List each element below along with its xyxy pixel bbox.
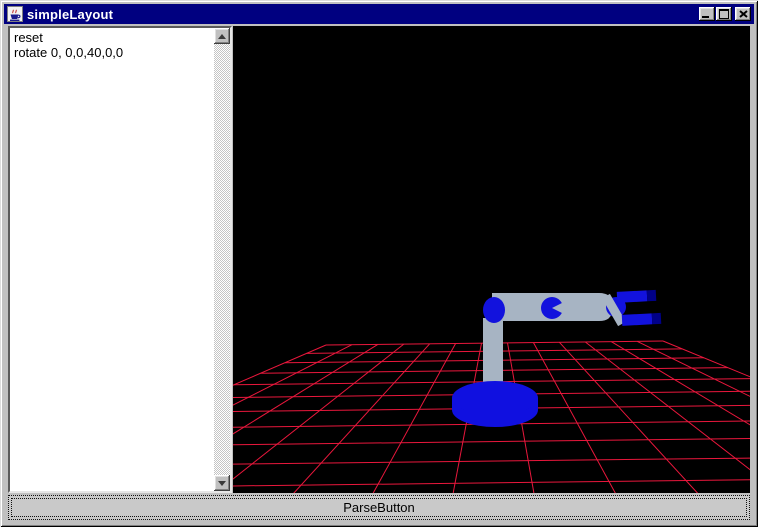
robot-base — [452, 381, 538, 427]
grid-line — [233, 437, 750, 447]
triangle-up-icon — [218, 34, 226, 39]
grid-line — [233, 344, 378, 493]
robot-elbow-joint — [483, 297, 505, 323]
title-bar[interactable]: simpleLayout — [4, 4, 754, 24]
grid-line — [233, 344, 430, 493]
parse-button-label: ParseButton — [11, 498, 747, 517]
app-window: simpleLayout reset rotate 0, 0,0,40,0,0 — [0, 0, 758, 527]
maximize-icon — [719, 9, 729, 19]
parse-button[interactable]: ParseButton — [8, 495, 750, 520]
finger-tip — [647, 290, 657, 301]
finger-tip — [652, 313, 662, 324]
scroll-up-button[interactable] — [214, 28, 230, 44]
window-title: simpleLayout — [27, 7, 113, 22]
close-icon — [739, 10, 748, 18]
finger-bar — [617, 290, 648, 303]
close-button[interactable] — [735, 7, 751, 21]
command-line: reset — [14, 30, 210, 45]
grid-line — [233, 456, 750, 467]
grid-line — [233, 477, 750, 489]
java-coffee-cup-icon — [7, 6, 23, 22]
vertical-scrollbar[interactable] — [214, 28, 230, 491]
command-text-area[interactable]: reset rotate 0, 0,0,40,0,0 — [8, 26, 232, 493]
minimize-button[interactable] — [699, 7, 715, 21]
triangle-down-icon — [218, 481, 226, 486]
robot-finger-bottom — [622, 313, 662, 326]
grid-line — [233, 345, 326, 493]
robot-finger-top — [617, 290, 657, 303]
grid-line — [333, 344, 456, 494]
grid-line — [637, 341, 750, 493]
command-line: rotate 0, 0,0,40,0,0 — [14, 45, 210, 60]
grid-line — [233, 345, 352, 493]
grid-line — [611, 342, 750, 493]
scene-canvas — [233, 26, 750, 493]
minimize-icon — [702, 16, 709, 18]
window-controls — [698, 7, 754, 21]
scroll-down-button[interactable] — [214, 475, 230, 491]
maximize-button[interactable] — [716, 7, 732, 21]
base-top — [452, 381, 538, 415]
grid-line — [533, 343, 653, 494]
grid-line — [585, 342, 750, 493]
3d-viewport[interactable] — [233, 26, 750, 493]
command-lines[interactable]: reset rotate 0, 0,0,40,0,0 — [10, 28, 214, 491]
finger-bar — [622, 313, 653, 326]
